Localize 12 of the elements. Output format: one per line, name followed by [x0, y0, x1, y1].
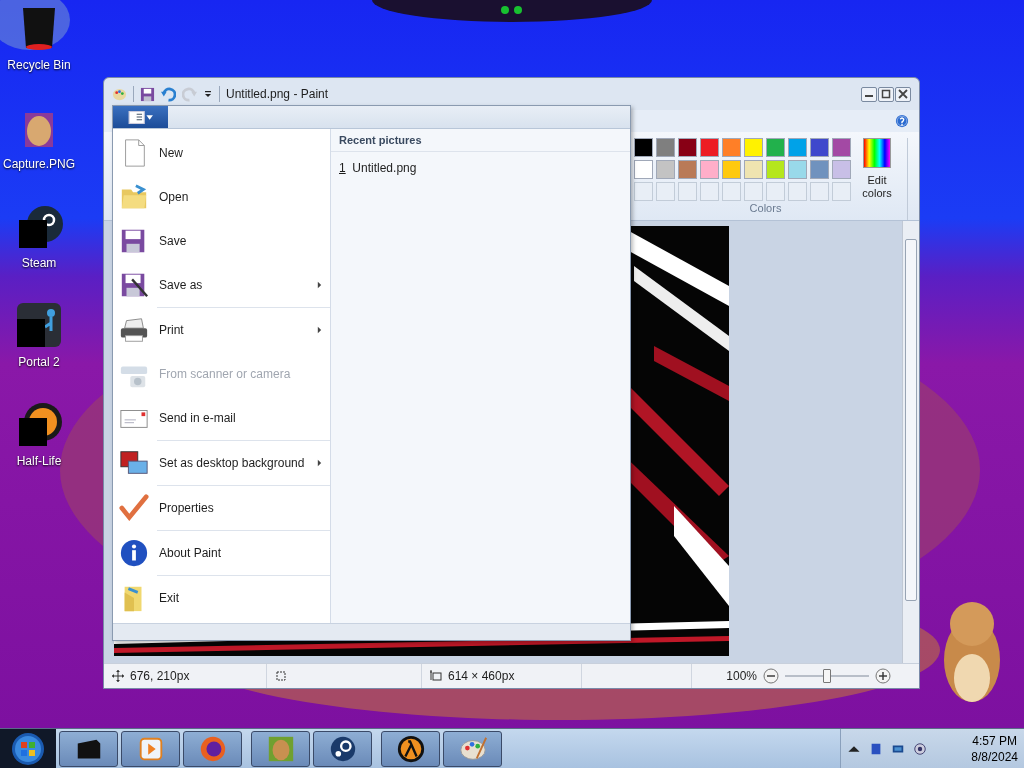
taskbar-button[interactable] [381, 730, 440, 767]
taskbar-button[interactable] [59, 730, 118, 767]
taskbar-button[interactable] [183, 730, 242, 767]
clock[interactable]: 4:57 PM 8/8/2024 [971, 732, 1018, 765]
shield-icon[interactable] [869, 741, 883, 756]
taskbar-button[interactable] [313, 730, 372, 767]
taskbar-button[interactable] [443, 730, 502, 767]
speaker-icon[interactable] [913, 741, 927, 756]
taskbar-button[interactable] [251, 730, 310, 767]
taskbar-button[interactable] [121, 730, 180, 767]
start-button[interactable] [0, 729, 56, 768]
lambda-icon [395, 733, 426, 764]
